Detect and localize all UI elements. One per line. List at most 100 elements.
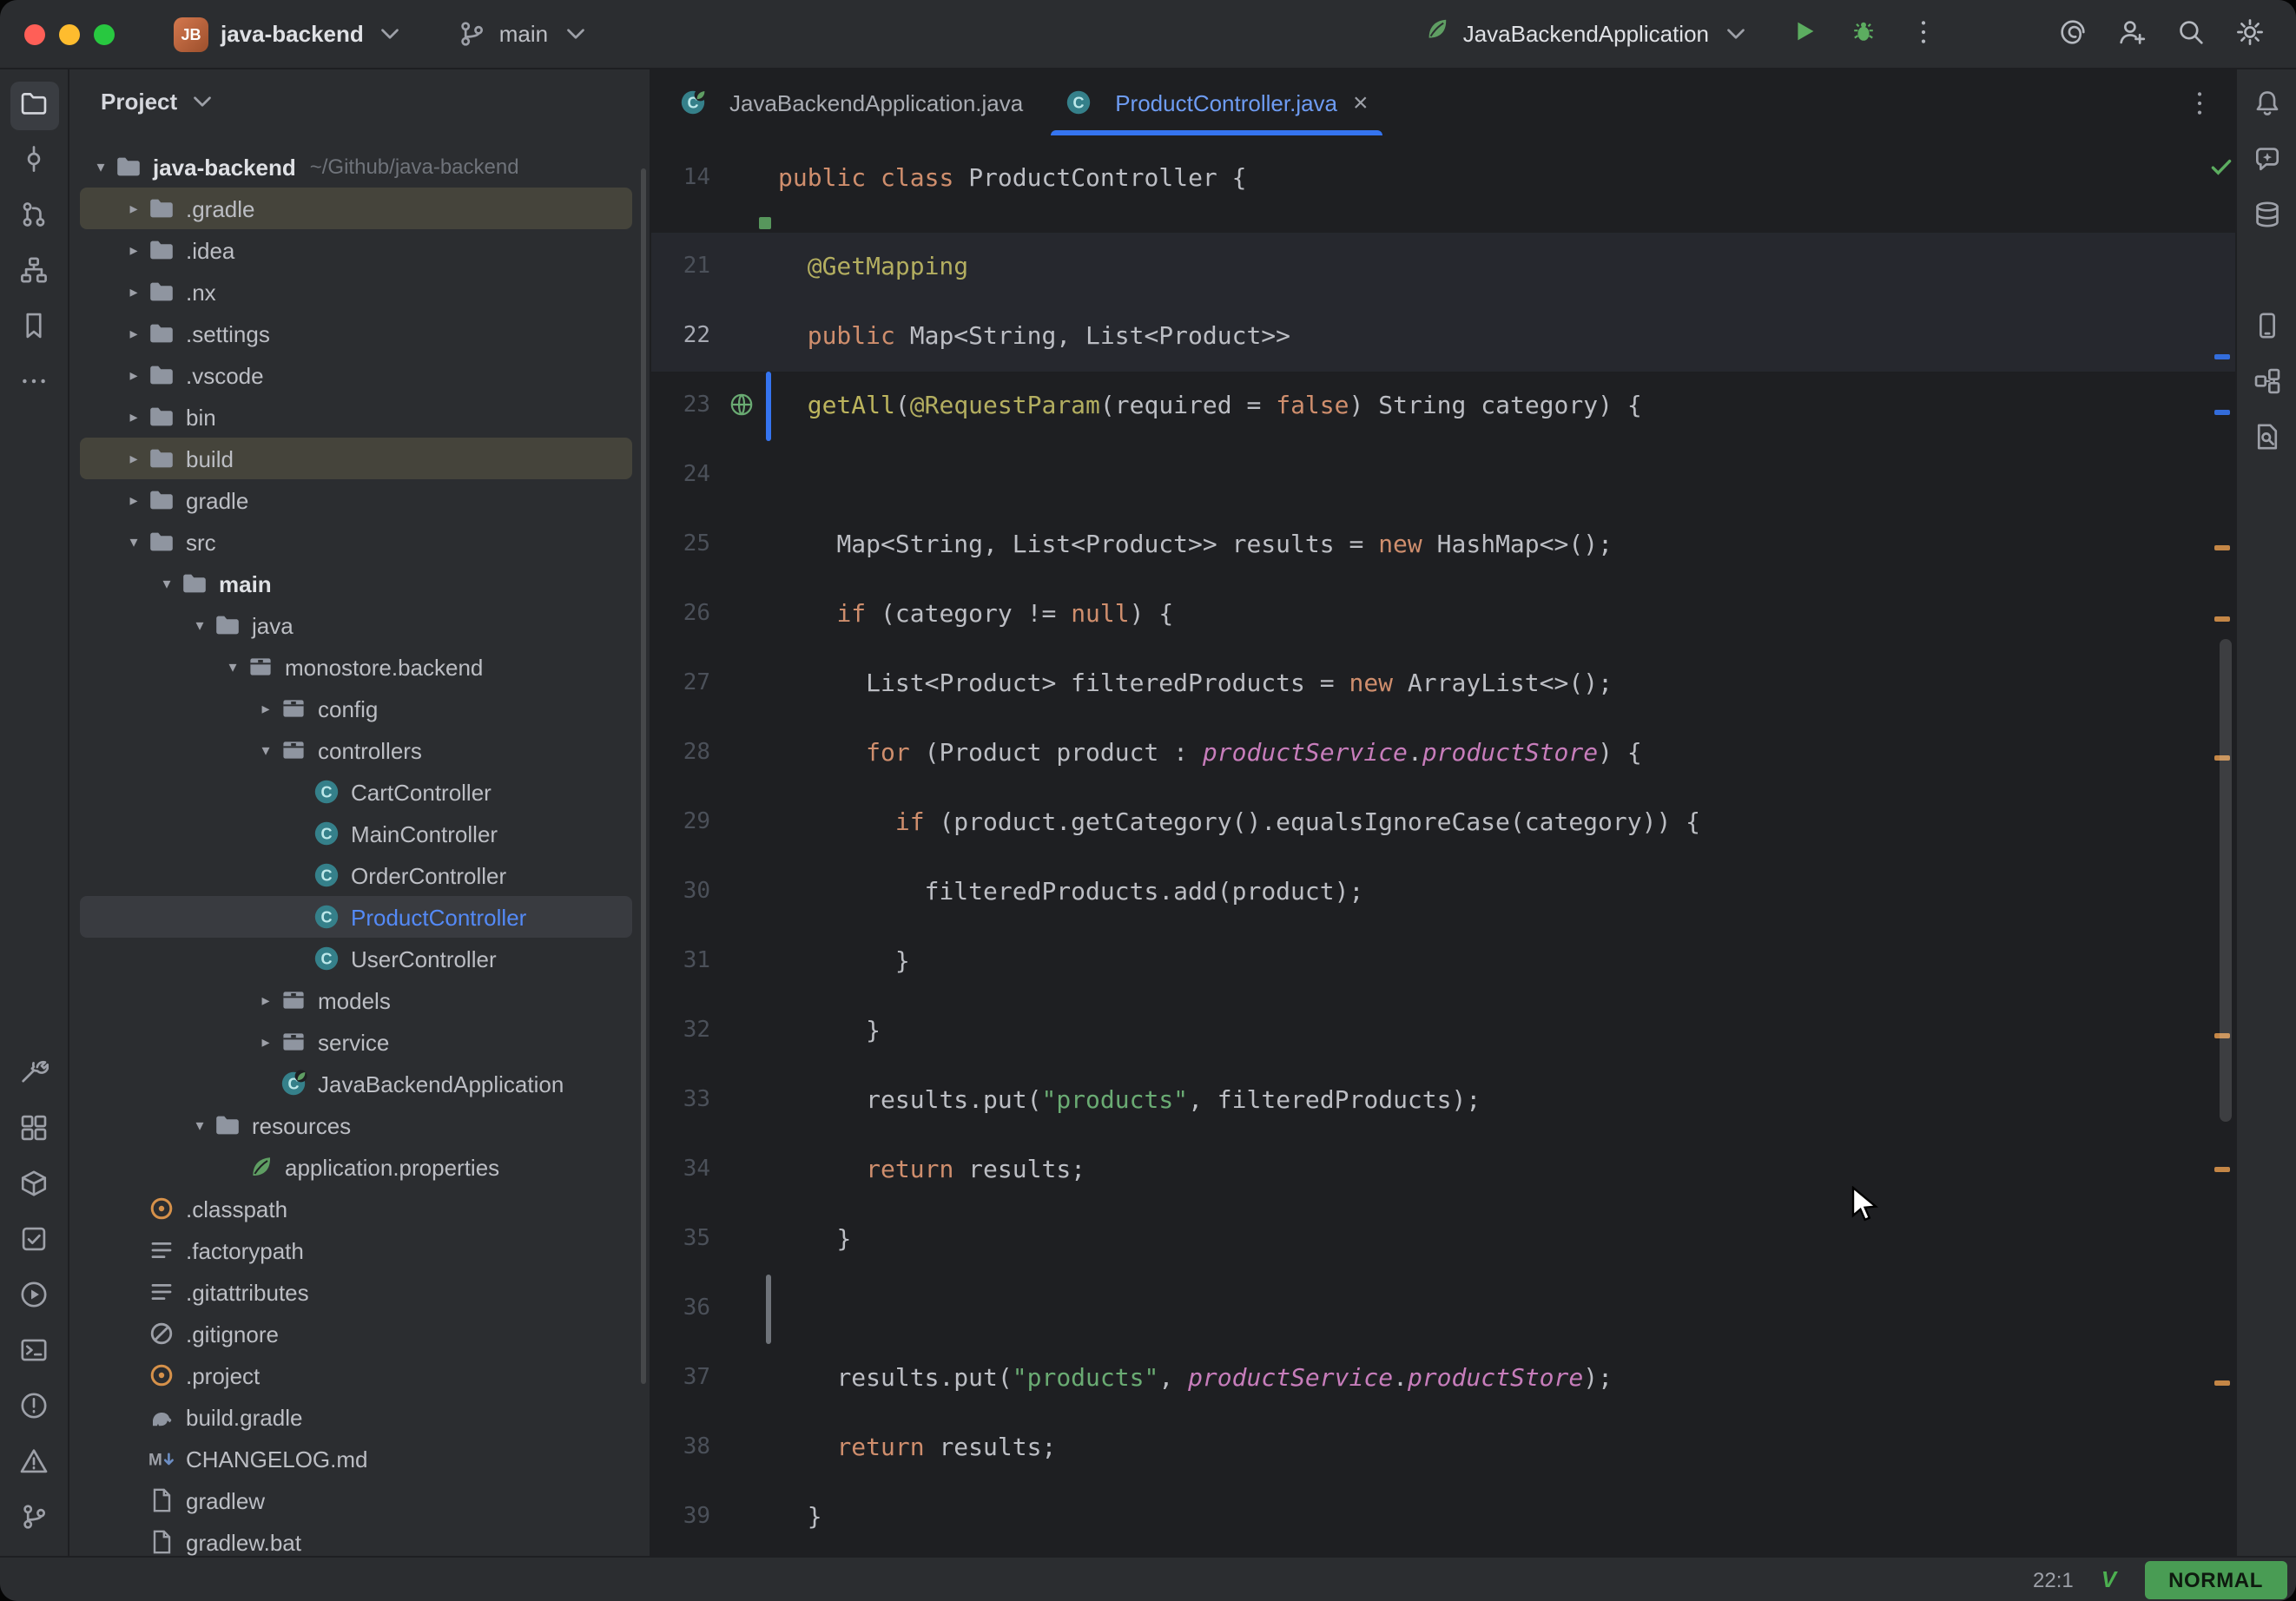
editor-scrollbar[interactable] [2220,639,2232,1122]
chevron-down-icon[interactable]: ▾ [219,657,247,676]
chevron-right-icon[interactable]: ▸ [120,240,148,260]
tree-item-gradle[interactable]: ▸.gradle [80,188,632,229]
project-panel-header[interactable]: Project [69,69,650,132]
debug-button[interactable] [1841,11,1886,56]
tree-item-productcontroller[interactable]: CProductController [80,896,632,938]
code-text[interactable]: public Map<String, List<Product>> [778,302,2200,372]
tree-item-factorypath[interactable]: .factorypath [80,1229,632,1271]
line-number[interactable]: 23 [651,372,710,441]
code-text[interactable]: public class ProductController { [778,144,2200,214]
line-number[interactable]: 37 [651,1344,710,1413]
line-number[interactable]: 33 [651,1066,710,1136]
toolwindow-commit-button[interactable] [10,137,58,186]
branch-selector[interactable]: main [444,14,604,54]
toolwindow-services-button[interactable] [10,1106,58,1155]
code-text[interactable]: getAll(@RequestParam(required = false) S… [778,372,2200,441]
tree-item-build[interactable]: ▸build [80,438,632,479]
line-number[interactable]: 32 [651,997,710,1066]
tree-item-bin[interactable]: ▸bin [80,396,632,438]
tree-item-application-properties[interactable]: application.properties [80,1146,632,1188]
chevron-right-icon[interactable]: ▸ [120,449,148,468]
tree-item-controllers[interactable]: ▾controllers [80,729,632,771]
code-text[interactable]: if (product.getCategory().equalsIgnoreCa… [778,788,2200,858]
code-text[interactable]: List<Product> filteredProducts = new Arr… [778,649,2200,719]
tree-item-service[interactable]: ▸service [80,1021,632,1063]
toolwindow-bookmarks-button[interactable] [10,304,58,352]
tree-item-java-backend[interactable]: ▾java-backend~/Github/java-backend [80,146,632,188]
code-text[interactable]: Map<String, List<Product>> results = new… [778,511,2200,580]
run-button[interactable] [1782,11,1827,56]
folded-region[interactable] [651,214,2235,233]
tree-item-javabackendapplication[interactable]: CJavaBackendApplication [80,1063,632,1104]
line-number[interactable]: 34 [651,1136,710,1205]
code-text[interactable]: results.put("products", filteredProducts… [778,1066,2200,1136]
toolwindow-notifications-button[interactable] [2242,82,2291,130]
tree-item-ordercontroller[interactable]: COrderController [80,854,632,896]
tree-item-models[interactable]: ▸models [80,979,632,1021]
search-everywhere-button[interactable] [2167,11,2213,56]
minimize-button[interactable] [59,23,80,44]
code-text[interactable]: filteredProducts.add(product); [778,858,2200,927]
chevron-right-icon[interactable]: ▸ [120,282,148,301]
toolwindow-run-button[interactable] [10,1273,58,1321]
toolwindow-terminal-button[interactable] [10,1328,58,1377]
chevron-right-icon[interactable]: ▸ [120,324,148,343]
chevron-down-icon[interactable]: ▾ [186,1116,214,1135]
chevron-down-icon[interactable]: ▾ [87,157,115,176]
stripe-mark[interactable] [2214,1167,2230,1172]
close-button[interactable] [24,23,45,44]
toolwindow-gradle-button[interactable] [2242,248,2291,297]
chevron-down-icon[interactable]: ▾ [120,532,148,551]
tab-javabackendapplication-java[interactable]: CJavaBackendApplication.java [658,69,1044,135]
code-with-me-button[interactable] [2108,11,2154,56]
stripe-mark[interactable] [2214,545,2230,550]
toolwindow-documentation-button[interactable] [2242,415,2291,464]
tree-item-changelog-md[interactable]: MCHANGELOG.md [80,1438,632,1479]
endpoint-globe-icon[interactable] [728,391,757,420]
tree-item-gradlew[interactable]: gradlew [80,1479,632,1521]
code-text[interactable]: return results; [778,1413,2200,1483]
tree-item-vscode[interactable]: ▸.vscode [80,354,632,396]
stripe-mark[interactable] [2214,354,2230,359]
stripe-mark[interactable] [2214,616,2230,622]
chevron-down-icon[interactable]: ▾ [153,574,181,593]
tree-item-settings[interactable]: ▸.settings [80,313,632,354]
toolwindow-problems-button[interactable] [10,1384,58,1433]
settings-button[interactable] [2227,11,2272,56]
ai-assistant-button[interactable] [2049,11,2095,56]
toolwindow-dependencies-button[interactable] [2242,359,2291,408]
tab-productcontroller-java[interactable]: CProductController.java× [1044,69,1389,135]
chevron-down-icon[interactable]: ▾ [186,616,214,635]
tree-item-config[interactable]: ▸config [80,688,632,729]
tree-item-gradle[interactable]: ▸gradle [80,479,632,521]
code-editor[interactable]: 14public class ProductController {21 @Ge… [651,135,2235,1556]
chevron-right-icon[interactable]: ▸ [252,699,280,718]
vim-icon[interactable]: V [2101,1566,2116,1592]
tree-item-gitattributes[interactable]: .gitattributes [80,1271,632,1313]
line-number[interactable]: 28 [651,719,710,788]
code-text[interactable]: return results; [778,1136,2200,1205]
toolwindow-pull-requests-button[interactable] [10,193,58,241]
inspections-ok-icon[interactable] [2207,153,2232,177]
run-configuration-selector[interactable]: JavaBackendApplication [1413,10,1761,57]
tab-options-button[interactable] [2185,69,2235,135]
toolwindow-device-manager-button[interactable] [2242,304,2291,352]
tree-item-nx[interactable]: ▸.nx [80,271,632,313]
toolwindow-packages-button[interactable] [10,1162,58,1210]
line-number[interactable]: 38 [651,1413,710,1483]
code-text[interactable]: } [778,927,2200,997]
toolwindow-build-button[interactable] [10,1051,58,1099]
tree-item-build-gradle[interactable]: build.gradle [80,1396,632,1438]
code-text[interactable]: } [778,997,2200,1066]
vim-mode-badge[interactable]: NORMAL [2144,1560,2287,1598]
line-number[interactable]: 35 [651,1205,710,1275]
toolwindow-ai-assistant-button[interactable] [2242,137,2291,186]
tree-item-maincontroller[interactable]: CMainController [80,813,632,854]
code-text[interactable]: } [778,1205,2200,1275]
tree-item-resources[interactable]: ▾resources [80,1104,632,1146]
chevron-right-icon[interactable]: ▸ [120,407,148,426]
line-number[interactable]: 27 [651,649,710,719]
tree-item-cartcontroller[interactable]: CCartController [80,771,632,813]
tree-item-classpath[interactable]: .classpath [80,1188,632,1229]
more-actions-button[interactable] [1900,11,1945,56]
